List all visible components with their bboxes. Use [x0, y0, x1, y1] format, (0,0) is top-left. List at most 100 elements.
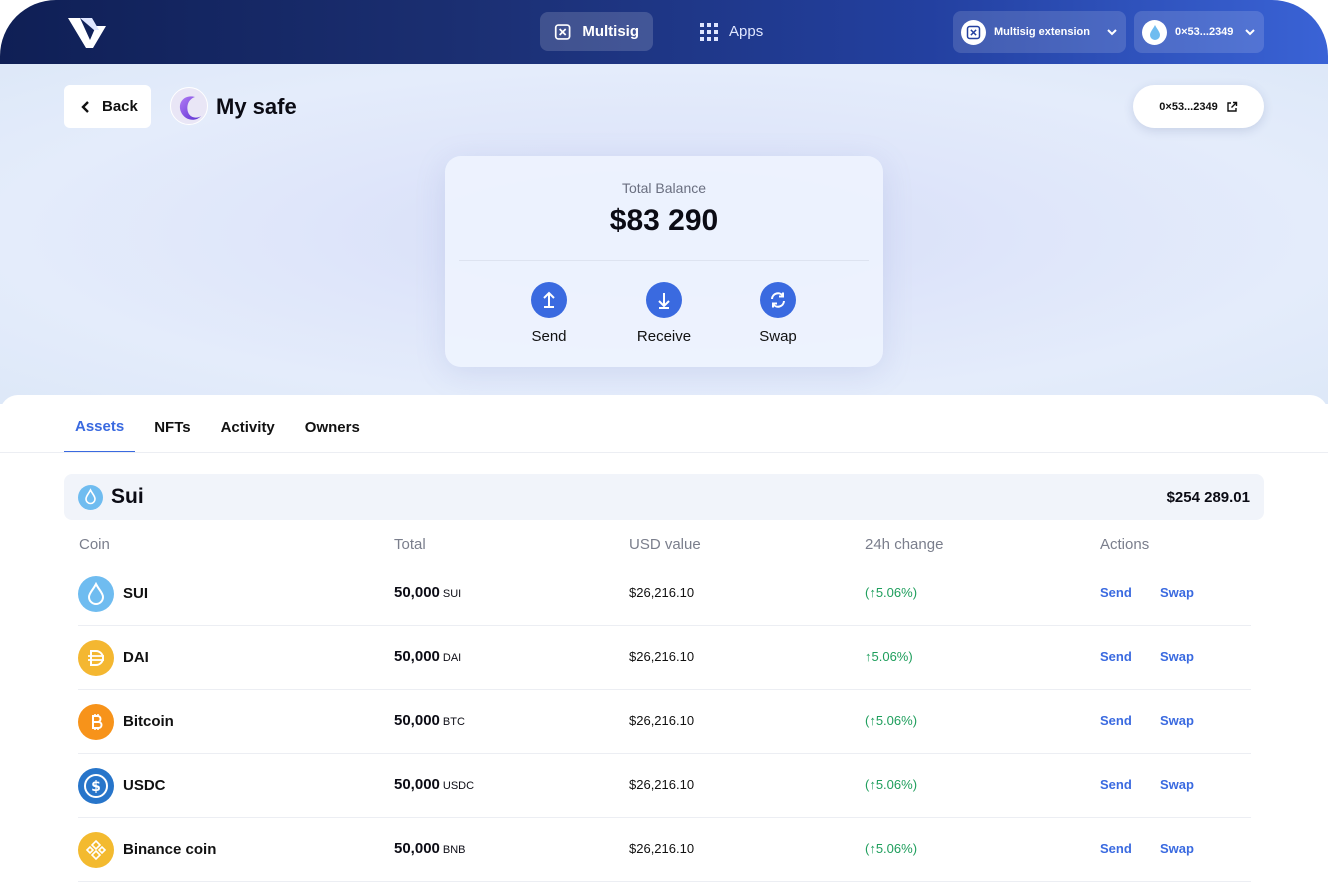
coin-amount: 50,000	[394, 712, 440, 729]
top-navbar: Multisig Apps Multisig extension 0×53...…	[0, 0, 1328, 64]
tab-divider	[0, 452, 1328, 453]
coin-change: (↑5.06%)	[865, 713, 918, 728]
coin-total: 50,000 SUI	[394, 584, 461, 601]
dai-icon	[78, 640, 114, 676]
nav-tab-label: Multisig	[582, 23, 639, 40]
coin-usd-value: $26,216.10	[629, 649, 695, 664]
usdc-icon: $	[78, 768, 114, 804]
coin-amount: 50,000	[394, 584, 440, 601]
hero-section: Back My safe 0×53...2349 Total Balance $…	[0, 64, 1328, 404]
column-header: 24h change	[865, 536, 944, 553]
balance-card: Total Balance $83 290 Send Receive Swap	[445, 156, 883, 367]
coin-total: 50,000 DAI	[394, 648, 461, 665]
refresh-icon	[760, 282, 796, 318]
coin-change: (↑5.06%)	[865, 777, 918, 792]
assets-panel: Assets NFTs Activity Owners Sui $254 289…	[0, 395, 1328, 882]
coin-change: (↑5.06%)	[865, 585, 918, 600]
svg-text:$: $	[91, 779, 101, 795]
tab-assets[interactable]: Assets	[64, 395, 136, 453]
column-header: Total	[394, 536, 426, 553]
logo-icon[interactable]	[66, 14, 110, 50]
coin-amount: 50,000	[394, 648, 440, 665]
nav-tab-multisig[interactable]: Multisig	[540, 12, 653, 51]
coin-change: ↑5.06%)	[865, 649, 913, 664]
coin-unit: BTC	[442, 716, 465, 728]
multisig-icon	[554, 23, 571, 40]
table-row: Bitcoin 50,000 BTC $26,216.10 (↑5.06%) Se…	[78, 690, 1251, 754]
coin-total: 50,000 USDC	[394, 776, 474, 793]
column-header: USD value	[629, 536, 701, 553]
table-row: $ USDC 50,000 USDC $26,216.10 (↑5.06%) Se…	[78, 754, 1251, 818]
extension-label: Multisig extension	[994, 26, 1090, 38]
account-label: 0×53...2349	[1175, 26, 1234, 38]
address-label: 0×53...2349	[1159, 100, 1218, 113]
bnb-icon	[78, 832, 114, 868]
send-link[interactable]: Send	[1100, 777, 1132, 792]
safe-avatar	[170, 87, 208, 125]
coin-usd-value: $26,216.10	[629, 777, 695, 792]
chevron-down-icon	[1107, 29, 1117, 36]
swap-link[interactable]: Swap	[1160, 777, 1194, 792]
action-label: Receive	[636, 328, 692, 345]
divider	[459, 260, 869, 261]
coin-change: (↑5.06%)	[865, 841, 918, 856]
coin-amount: 50,000	[394, 840, 440, 857]
send-link[interactable]: Send	[1100, 841, 1132, 856]
balance-label: Total Balance	[621, 180, 707, 196]
receive-action-button[interactable]: Receive	[619, 282, 709, 345]
coin-usd-value: $26,216.10	[629, 713, 695, 728]
swap-link[interactable]: Swap	[1160, 649, 1194, 664]
coin-total: 50,000 BTC	[394, 712, 465, 729]
tab-nfts[interactable]: NFTs	[143, 395, 201, 453]
sui-chain-icon	[78, 484, 103, 510]
nav-tab-apps[interactable]: Apps	[686, 12, 777, 51]
chain-header: Sui $254 289.01	[64, 474, 1264, 520]
external-link-icon	[1227, 101, 1237, 112]
coin-unit: USDC	[442, 780, 475, 792]
address-pill[interactable]: 0×53...2349	[1133, 85, 1264, 128]
send-link[interactable]: Send	[1100, 649, 1132, 664]
table-row: DAI 50,000 DAI $26,216.10 ↑5.06%) Send Sw…	[78, 626, 1251, 690]
back-button[interactable]: Back	[64, 85, 151, 128]
send-link[interactable]: Send	[1100, 585, 1132, 600]
grid-icon	[700, 22, 718, 41]
page-title: My safe	[216, 94, 297, 119]
bitcoin-icon	[78, 704, 114, 740]
balance-value: $83 290	[609, 204, 719, 237]
swap-action-button[interactable]: Swap	[733, 282, 823, 345]
coin-amount: 50,000	[394, 776, 440, 793]
coin-name: Binance coin	[123, 841, 217, 858]
account-dropdown[interactable]: 0×53...2349	[1134, 11, 1264, 53]
table-header: Coin Total USD value 24h change Actions	[0, 536, 1328, 556]
coin-usd-value: $26,216.10	[629, 841, 695, 856]
extension-dropdown[interactable]: Multisig extension	[953, 11, 1126, 53]
coin-unit: SUI	[442, 588, 462, 600]
arrow-up-icon	[531, 282, 567, 318]
app-frame: Multisig Apps Multisig extension 0×53...…	[0, 0, 1328, 882]
coin-name: SUI	[123, 585, 149, 602]
coin-unit: BNB	[442, 844, 466, 856]
action-label: Swap	[759, 328, 797, 345]
action-label: Send	[531, 328, 567, 345]
coin-total: 50,000 BNB	[394, 840, 466, 857]
coin-usd-value: $26,216.10	[629, 585, 695, 600]
back-label: Back	[102, 98, 138, 115]
tab-owners[interactable]: Owners	[294, 395, 371, 453]
tab-bar: Assets NFTs Activity Owners	[64, 395, 379, 453]
swap-link[interactable]: Swap	[1160, 713, 1194, 728]
coin-name: DAI	[123, 649, 149, 666]
chevron-left-icon	[81, 100, 89, 113]
table-row: Binance coin 50,000 BNB $26,216.10 (↑5.06…	[78, 818, 1251, 882]
arrow-down-icon	[646, 282, 682, 318]
tab-activity[interactable]: Activity	[210, 395, 286, 453]
column-header: Coin	[79, 536, 110, 553]
sui-icon	[78, 576, 114, 612]
swap-link[interactable]: Swap	[1160, 585, 1194, 600]
send-action-button[interactable]: Send	[504, 282, 594, 345]
coin-name: USDC	[123, 777, 166, 794]
chevron-down-icon	[1245, 29, 1255, 36]
nav-tab-label: Apps	[729, 23, 764, 40]
column-header: Actions	[1100, 536, 1150, 553]
send-link[interactable]: Send	[1100, 713, 1132, 728]
swap-link[interactable]: Swap	[1160, 841, 1194, 856]
